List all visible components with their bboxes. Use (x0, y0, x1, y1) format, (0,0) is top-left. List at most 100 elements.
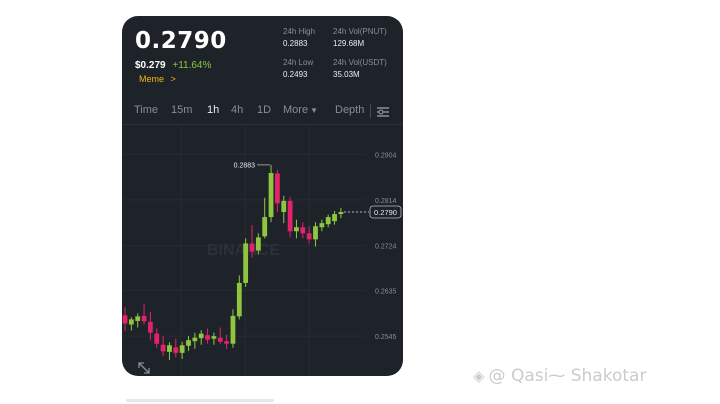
stat-value: 35.03M (333, 70, 360, 79)
candle-body (249, 243, 255, 252)
candle (141, 304, 147, 325)
candle-body (268, 173, 274, 218)
candle (128, 317, 134, 331)
candle-body (160, 344, 166, 352)
candle-body (294, 227, 299, 232)
stat-label: 24h High (283, 27, 316, 36)
stat-24h-vol-base: 24h Vol(PNUT) 129.68M (333, 27, 387, 49)
candle (224, 334, 229, 349)
category-tag-label: Meme (139, 74, 165, 84)
y-tick-label: 0.2635 (375, 289, 397, 296)
tab-15m[interactable]: 15m (171, 104, 192, 116)
candle (294, 219, 299, 239)
caret-down-icon: ▼ (310, 106, 318, 115)
candle (173, 338, 179, 358)
stat-value: 129.68M (333, 39, 365, 48)
author-watermark: ◈ @ Qasi⁓ Shakotar (473, 366, 647, 386)
candle (306, 226, 312, 244)
candlestick-chart[interactable]: BINANCE 0.29040.28140.27240.26350.2545 0… (122, 125, 403, 376)
candle-body (167, 345, 172, 352)
price-axis: 0.2904 0.2814 0.2724 0.2635 0.2545 (375, 152, 397, 341)
candle-body (262, 217, 268, 237)
candle-body (319, 223, 325, 228)
stat-24h-low: 24h Low 0.2493 (283, 58, 313, 80)
stat-label: 24h Vol(USDT) (333, 58, 387, 67)
candle-body (255, 237, 261, 251)
current-price-label: 0.2790 (374, 208, 397, 217)
candle (338, 207, 344, 219)
bottom-bar (126, 399, 274, 402)
candle-body (211, 336, 217, 339)
candle (275, 169, 280, 213)
candle-body (141, 315, 147, 322)
candles-group (122, 164, 344, 360)
candle (160, 336, 166, 357)
candle-body (135, 316, 141, 321)
candle (319, 219, 325, 232)
y-tick-label: 0.2904 (375, 152, 397, 159)
candle-body (205, 335, 210, 340)
tab-more-label: More (283, 104, 309, 116)
candle (287, 196, 293, 238)
y-tick-label: 0.2814 (375, 198, 397, 205)
candle-body (173, 347, 179, 353)
y-tick-label: 0.2545 (375, 334, 397, 341)
candle (135, 313, 141, 328)
candle-body (198, 333, 204, 339)
chart-interval-tabs: Time 15m 1h 4h 1D More ▼ Depth (122, 100, 403, 122)
candle-body (332, 214, 337, 222)
candle (167, 342, 172, 360)
candle (230, 309, 236, 348)
candle (192, 332, 198, 349)
stat-24h-high: 24h High 0.2883 (283, 27, 315, 49)
tab-more[interactable]: More ▼ (283, 104, 318, 116)
candle-body (275, 173, 280, 204)
candle (268, 164, 274, 223)
chevron-right-icon: > (170, 74, 176, 84)
stat-label: 24h Vol(PNUT) (333, 27, 387, 36)
candle-body (287, 200, 293, 232)
candle-body (224, 341, 229, 344)
candle (122, 307, 128, 332)
candle-body (236, 282, 242, 317)
stat-24h-vol-quote: 24h Vol(USDT) 35.03M (333, 58, 387, 80)
candle (243, 238, 249, 287)
stat-label: 24h Low (283, 58, 314, 67)
candle-body (154, 333, 160, 344)
category-tag-meme[interactable]: Meme > (139, 74, 176, 84)
candle (262, 197, 268, 239)
price-change-percent: +11.64% (172, 60, 212, 71)
candle-body (243, 243, 249, 283)
candle (179, 341, 185, 359)
binance-logo-icon: ◈ (473, 367, 485, 385)
tab-1h[interactable]: 1h (207, 104, 219, 116)
candle-body (179, 345, 185, 353)
candle-body (313, 226, 318, 240)
tab-1d[interactable]: 1D (257, 104, 271, 116)
candle (211, 332, 217, 345)
trading-app-screen: 0.2790 $0.279 +11.64% Meme > 24h High 0.… (122, 16, 403, 376)
candle (154, 328, 160, 348)
usd-price: $0.279 (135, 60, 166, 71)
candle (217, 327, 223, 344)
high-marker-label: 0.2883 (234, 162, 256, 169)
candle-body (306, 233, 312, 240)
candle-body (281, 200, 287, 213)
candle (332, 211, 337, 225)
candle-body (128, 319, 134, 325)
tab-depth[interactable]: Depth (335, 104, 364, 116)
tab-4h[interactable]: 4h (231, 104, 243, 116)
chart-annotations: 0.2883 0.2790 (234, 162, 402, 219)
candle-body (325, 217, 331, 225)
candle (198, 330, 204, 345)
tab-time[interactable]: Time (134, 104, 158, 116)
y-tick-label: 0.2724 (375, 243, 397, 250)
last-price: 0.2790 (135, 28, 227, 54)
candle-body (122, 315, 128, 324)
candle-body (338, 212, 344, 215)
candle-body (148, 321, 153, 333)
candle-body (186, 340, 191, 346)
candle (313, 222, 318, 247)
chart-settings-icon[interactable] (377, 106, 389, 117)
expand-chart-icon[interactable] (138, 362, 150, 374)
